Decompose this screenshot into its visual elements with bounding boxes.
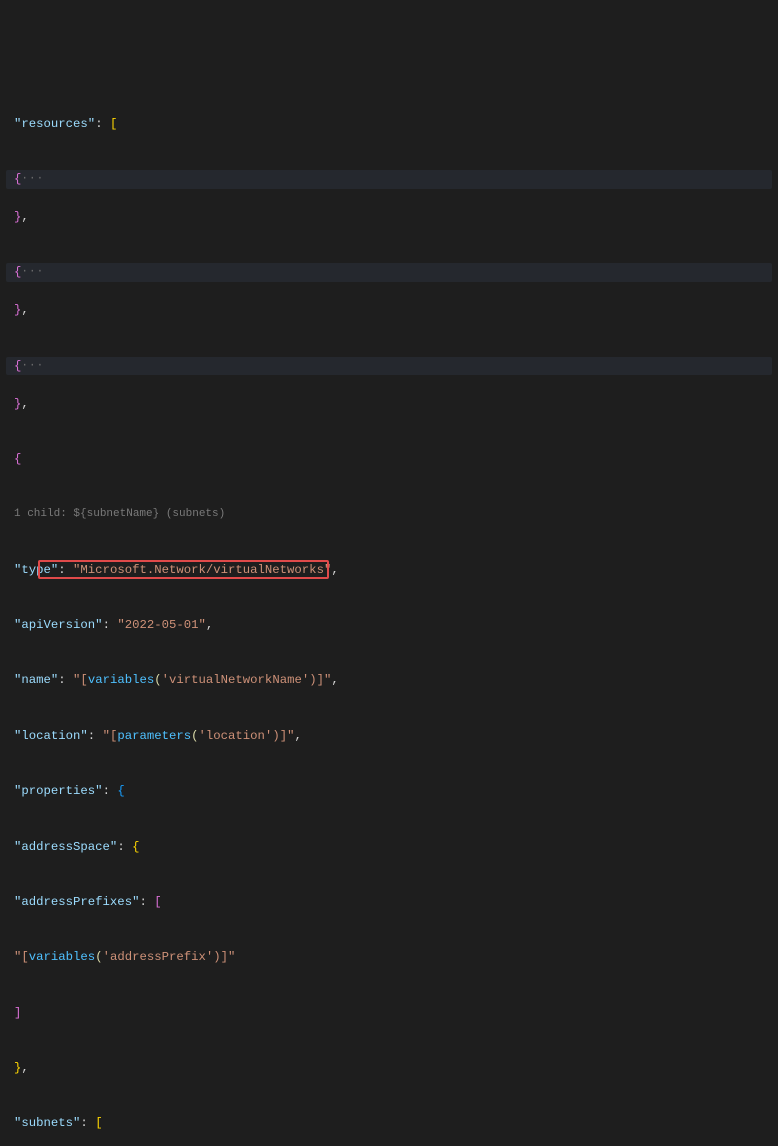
folded-region[interactable]: {···	[6, 263, 772, 282]
code-line[interactable]: "resources": [	[0, 115, 778, 134]
code-editor[interactable]: "resources": [ {··· }, {··· }, {··· }, {…	[0, 74, 778, 1146]
folded-region[interactable]: {···	[6, 170, 772, 189]
fold-dots-icon[interactable]: ···	[21, 264, 44, 281]
folded-region[interactable]: {···	[6, 357, 772, 376]
code-line[interactable]: },	[0, 395, 778, 414]
code-line[interactable]: "addressSpace": {	[0, 838, 778, 857]
codelens-hint[interactable]: 1 child: ${subnetName} (subnets)	[0, 505, 778, 524]
code-line[interactable]: "name": "[variables('virtualNetworkName'…	[0, 671, 778, 690]
code-line[interactable]: "location": "[parameters('location')]",	[0, 727, 778, 746]
json-key: "resources"	[14, 115, 95, 133]
code-line[interactable]: },	[0, 301, 778, 320]
code-line[interactable]: "subnets": [	[0, 1114, 778, 1133]
code-line[interactable]: "properties": {	[0, 782, 778, 801]
code-line[interactable]: "apiVersion": "2022-05-01",	[0, 616, 778, 635]
code-line[interactable]: "addressPrefixes": [	[0, 893, 778, 912]
fold-dots-icon[interactable]: ···	[21, 171, 44, 188]
code-line-type[interactable]: "type": "Microsoft.Network/virtualNetwor…	[0, 561, 778, 580]
code-line[interactable]: "[variables('addressPrefix')]"	[0, 948, 778, 967]
fold-dots-icon[interactable]: ···	[21, 358, 44, 375]
code-line[interactable]: },	[0, 1059, 778, 1078]
code-line[interactable]: },	[0, 208, 778, 227]
code-line[interactable]: ]	[0, 1004, 778, 1023]
code-line[interactable]: {	[0, 450, 778, 469]
